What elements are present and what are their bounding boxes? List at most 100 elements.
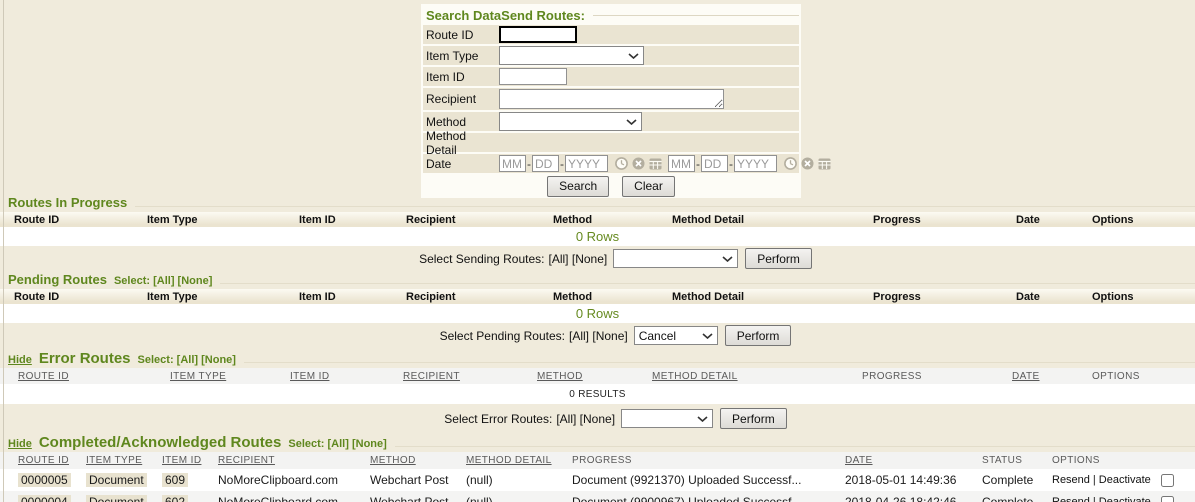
- column-header: Date: [1016, 214, 1092, 226]
- error-routes-action-select[interactable]: [621, 409, 713, 428]
- error-routes-section: Hide Error Routes Select: [All] [None] R…: [0, 350, 1195, 429]
- select-links: Select: [All] [None]: [288, 438, 386, 450]
- completed-table-header: ROUTE ID ITEM TYPE ITEM ID RECIPIENT MET…: [0, 452, 1195, 469]
- column-header: Method Detail: [672, 291, 873, 303]
- column-header-sort[interactable]: ROUTE ID: [18, 371, 170, 382]
- select-none-link[interactable]: [None]: [178, 275, 213, 287]
- clear-button[interactable]: Clear: [622, 176, 675, 197]
- select-all-link[interactable]: [All]: [177, 354, 198, 366]
- column-header-sort[interactable]: METHOD: [537, 371, 652, 382]
- recipient-cell: NoMoreClipboard.com: [218, 473, 370, 487]
- row-count: 0 Rows: [576, 306, 619, 321]
- perform-button[interactable]: Perform: [745, 248, 812, 269]
- select-all-link[interactable]: [All]: [549, 252, 569, 266]
- route-id-cell: 0000005: [18, 473, 86, 487]
- column-header-sort[interactable]: DATE: [1012, 371, 1092, 382]
- calendar-icon[interactable]: [649, 157, 662, 170]
- recipient-row: Recipient: [423, 88, 799, 110]
- column-header: Date: [1016, 291, 1092, 303]
- column-header-sort[interactable]: ITEM TYPE: [170, 371, 290, 382]
- error-empty-row: 0 RESULTS: [0, 384, 1195, 404]
- method-cell: Webchart Post: [370, 495, 466, 502]
- select-none-link[interactable]: [None]: [352, 438, 387, 450]
- item-type-select[interactable]: [499, 46, 644, 65]
- date-from-day-input[interactable]: [532, 155, 559, 172]
- select-all-link[interactable]: [All]: [328, 438, 349, 450]
- route-select-checkbox[interactable]: [1161, 496, 1174, 502]
- clock-icon[interactable]: [784, 157, 797, 170]
- select-none-link[interactable]: [None]: [201, 354, 236, 366]
- column-header-sort[interactable]: METHOD DETAIL: [466, 455, 572, 466]
- hide-completed-routes-link[interactable]: Hide: [8, 438, 32, 450]
- hide-error-routes-link[interactable]: Hide: [8, 354, 32, 366]
- item-id-cell: 609: [162, 473, 218, 487]
- clock-icon[interactable]: [615, 157, 628, 170]
- date-label: Date: [426, 157, 499, 171]
- perform-button[interactable]: Perform: [725, 325, 792, 346]
- date-separator: -: [696, 157, 700, 171]
- item-id-cell: 602: [162, 495, 218, 502]
- column-header-sort[interactable]: RECIPIENT: [403, 371, 537, 382]
- pending-routes-section: Pending Routes Select: [All] [None] Rout…: [0, 272, 1195, 346]
- item-type-row: Item Type: [423, 46, 799, 65]
- pending-routes-action-row: Select Pending Routes: [All] [None] Canc…: [18, 325, 1195, 346]
- search-button[interactable]: Search: [547, 176, 609, 197]
- resend-link[interactable]: Resend: [1052, 496, 1090, 502]
- perform-button[interactable]: Perform: [720, 408, 787, 429]
- column-header-sort[interactable]: METHOD DETAIL: [652, 371, 862, 382]
- recipient-textarea[interactable]: [499, 89, 724, 109]
- clear-date-icon[interactable]: [801, 157, 814, 170]
- select-all-link[interactable]: [All]: [153, 275, 174, 287]
- in-progress-table-header: Route ID Item Type Item ID Recipient Met…: [0, 212, 1195, 227]
- column-header-sort[interactable]: ITEM ID: [290, 371, 403, 382]
- deactivate-link[interactable]: Deactivate: [1099, 496, 1151, 502]
- select-none-link[interactable]: [None]: [572, 252, 607, 266]
- column-header-sort[interactable]: ROUTE ID: [18, 455, 86, 466]
- route-id-input[interactable]: [499, 26, 577, 43]
- select-none-link[interactable]: [None]: [580, 412, 615, 426]
- route-select-checkbox[interactable]: [1161, 474, 1174, 487]
- select-all-link[interactable]: [All]: [569, 329, 589, 343]
- column-header: Item Type: [147, 214, 299, 226]
- item-type-cell: Document: [86, 473, 162, 487]
- date-separator: -: [527, 157, 531, 171]
- column-header-sort[interactable]: DATE: [845, 455, 982, 466]
- pending-routes-action-select[interactable]: Cancel: [634, 326, 718, 345]
- date-from-month-input[interactable]: [499, 155, 526, 172]
- column-header: OPTIONS: [1092, 371, 1195, 382]
- progress-cell: Document (9921370) Uploaded Successf...: [572, 473, 845, 487]
- method-cell: Webchart Post: [370, 473, 466, 487]
- date-from-year-input[interactable]: [565, 155, 608, 172]
- search-form-title: Search DataSend Routes:: [426, 8, 585, 23]
- column-header-sort[interactable]: METHOD: [370, 455, 466, 466]
- clear-date-icon[interactable]: [632, 157, 645, 170]
- item-id-input[interactable]: [499, 68, 567, 85]
- section-title: Error Routes: [39, 350, 131, 367]
- date-to-month-input[interactable]: [668, 155, 695, 172]
- method-select[interactable]: [499, 112, 642, 131]
- date-to-day-input[interactable]: [701, 155, 728, 172]
- route-id-label: Route ID: [426, 28, 499, 42]
- search-datasend-routes-form: Search DataSend Routes: Route ID Item Ty…: [421, 4, 801, 198]
- resend-link[interactable]: Resend: [1052, 474, 1090, 486]
- recipient-label: Recipient: [426, 92, 499, 106]
- date-from-icons: [615, 157, 662, 170]
- method-detail-cell: (null): [466, 473, 572, 487]
- column-header-sort[interactable]: ITEM ID: [162, 455, 218, 466]
- calendar-icon[interactable]: [818, 157, 831, 170]
- sending-routes-action-select[interactable]: [613, 249, 738, 268]
- table-row: 0000004 Document 602 NoMoreClipboard.com…: [0, 491, 1195, 502]
- in-progress-empty-row: 0 Rows: [0, 227, 1195, 246]
- column-header-sort[interactable]: RECIPIENT: [218, 455, 370, 466]
- pending-table-header: Route ID Item Type Item ID Recipient Met…: [0, 289, 1195, 304]
- column-header-sort[interactable]: ITEM TYPE: [86, 455, 162, 466]
- action-label: Select Pending Routes:: [440, 329, 565, 343]
- method-detail-label: Method Detail: [426, 129, 499, 157]
- select-none-link[interactable]: [None]: [592, 329, 627, 343]
- routes-in-progress-section: Routes In Progress Route ID Item Type It…: [0, 195, 1195, 269]
- column-header: Progress: [873, 291, 1016, 303]
- deactivate-link[interactable]: Deactivate: [1099, 474, 1151, 486]
- date-to-year-input[interactable]: [734, 155, 777, 172]
- select-all-link[interactable]: [All]: [556, 412, 576, 426]
- column-header: Recipient: [406, 291, 553, 303]
